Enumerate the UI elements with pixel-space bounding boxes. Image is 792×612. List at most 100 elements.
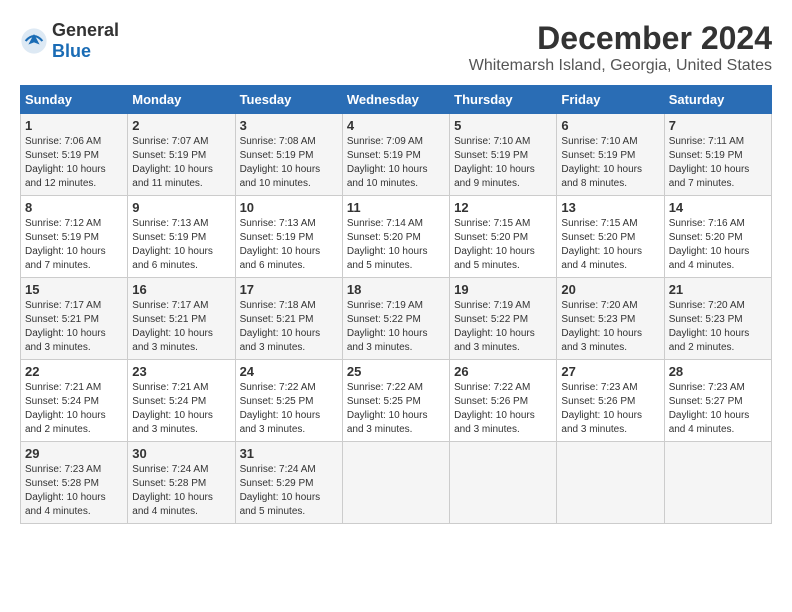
calendar-cell: 26 Sunrise: 7:22 AM Sunset: 5:26 PM Dayl… xyxy=(450,360,557,442)
calendar-cell: 27 Sunrise: 7:23 AM Sunset: 5:26 PM Dayl… xyxy=(557,360,664,442)
calendar-header-row: Sunday Monday Tuesday Wednesday Thursday… xyxy=(21,86,772,114)
day-number: 30 xyxy=(132,446,230,461)
day-info: Sunrise: 7:11 AM Sunset: 5:19 PM Dayligh… xyxy=(669,135,767,191)
day-info: Sunrise: 7:15 AM Sunset: 5:20 PM Dayligh… xyxy=(561,217,659,273)
calendar-week-3: 15 Sunrise: 7:17 AM Sunset: 5:21 PM Dayl… xyxy=(21,278,772,360)
day-info: Sunrise: 7:13 AM Sunset: 5:19 PM Dayligh… xyxy=(240,217,338,273)
day-number: 11 xyxy=(347,200,445,215)
day-info: Sunrise: 7:18 AM Sunset: 5:21 PM Dayligh… xyxy=(240,299,338,355)
calendar-cell: 17 Sunrise: 7:18 AM Sunset: 5:21 PM Dayl… xyxy=(235,278,342,360)
page-container: General Blue December 2024 Whitemarsh Is… xyxy=(20,20,772,524)
calendar-cell: 10 Sunrise: 7:13 AM Sunset: 5:19 PM Dayl… xyxy=(235,196,342,278)
calendar-cell: 4 Sunrise: 7:09 AM Sunset: 5:19 PM Dayli… xyxy=(342,114,449,196)
calendar-cell: 28 Sunrise: 7:23 AM Sunset: 5:27 PM Dayl… xyxy=(664,360,771,442)
day-info: Sunrise: 7:20 AM Sunset: 5:23 PM Dayligh… xyxy=(561,299,659,355)
day-info: Sunrise: 7:23 AM Sunset: 5:26 PM Dayligh… xyxy=(561,381,659,437)
calendar-cell: 23 Sunrise: 7:21 AM Sunset: 5:24 PM Dayl… xyxy=(128,360,235,442)
col-thursday: Thursday xyxy=(450,86,557,114)
day-number: 6 xyxy=(561,118,659,133)
col-saturday: Saturday xyxy=(664,86,771,114)
day-number: 3 xyxy=(240,118,338,133)
day-info: Sunrise: 7:13 AM Sunset: 5:19 PM Dayligh… xyxy=(132,217,230,273)
day-number: 14 xyxy=(669,200,767,215)
day-number: 16 xyxy=(132,282,230,297)
calendar-cell: 15 Sunrise: 7:17 AM Sunset: 5:21 PM Dayl… xyxy=(21,278,128,360)
day-number: 4 xyxy=(347,118,445,133)
calendar-cell: 31 Sunrise: 7:24 AM Sunset: 5:29 PM Dayl… xyxy=(235,442,342,524)
day-number: 29 xyxy=(25,446,123,461)
day-info: Sunrise: 7:19 AM Sunset: 5:22 PM Dayligh… xyxy=(347,299,445,355)
title-section: December 2024 Whitemarsh Island, Georgia… xyxy=(469,20,772,75)
day-number: 18 xyxy=(347,282,445,297)
calendar-cell: 16 Sunrise: 7:17 AM Sunset: 5:21 PM Dayl… xyxy=(128,278,235,360)
day-number: 27 xyxy=(561,364,659,379)
calendar-cell: 21 Sunrise: 7:20 AM Sunset: 5:23 PM Dayl… xyxy=(664,278,771,360)
day-number: 2 xyxy=(132,118,230,133)
day-info: Sunrise: 7:24 AM Sunset: 5:29 PM Dayligh… xyxy=(240,463,338,519)
calendar-cell: 13 Sunrise: 7:15 AM Sunset: 5:20 PM Dayl… xyxy=(557,196,664,278)
calendar-week-1: 1 Sunrise: 7:06 AM Sunset: 5:19 PM Dayli… xyxy=(21,114,772,196)
calendar-cell: 29 Sunrise: 7:23 AM Sunset: 5:28 PM Dayl… xyxy=(21,442,128,524)
calendar-cell: 1 Sunrise: 7:06 AM Sunset: 5:19 PM Dayli… xyxy=(21,114,128,196)
day-number: 28 xyxy=(669,364,767,379)
day-info: Sunrise: 7:08 AM Sunset: 5:19 PM Dayligh… xyxy=(240,135,338,191)
day-number: 17 xyxy=(240,282,338,297)
day-number: 25 xyxy=(347,364,445,379)
calendar-cell: 19 Sunrise: 7:19 AM Sunset: 5:22 PM Dayl… xyxy=(450,278,557,360)
calendar-cell: 18 Sunrise: 7:19 AM Sunset: 5:22 PM Dayl… xyxy=(342,278,449,360)
col-sunday: Sunday xyxy=(21,86,128,114)
day-info: Sunrise: 7:12 AM Sunset: 5:19 PM Dayligh… xyxy=(25,217,123,273)
logo-icon xyxy=(20,27,48,55)
logo: General Blue xyxy=(20,20,119,62)
calendar-cell: 6 Sunrise: 7:10 AM Sunset: 5:19 PM Dayli… xyxy=(557,114,664,196)
calendar-cell: 3 Sunrise: 7:08 AM Sunset: 5:19 PM Dayli… xyxy=(235,114,342,196)
calendar-cell: 20 Sunrise: 7:20 AM Sunset: 5:23 PM Dayl… xyxy=(557,278,664,360)
calendar-cell xyxy=(342,442,449,524)
logo-general: General xyxy=(52,20,119,40)
calendar-cell: 11 Sunrise: 7:14 AM Sunset: 5:20 PM Dayl… xyxy=(342,196,449,278)
calendar-cell: 9 Sunrise: 7:13 AM Sunset: 5:19 PM Dayli… xyxy=(128,196,235,278)
calendar-week-5: 29 Sunrise: 7:23 AM Sunset: 5:28 PM Dayl… xyxy=(21,442,772,524)
calendar-cell: 12 Sunrise: 7:15 AM Sunset: 5:20 PM Dayl… xyxy=(450,196,557,278)
calendar-cell: 8 Sunrise: 7:12 AM Sunset: 5:19 PM Dayli… xyxy=(21,196,128,278)
col-wednesday: Wednesday xyxy=(342,86,449,114)
day-number: 13 xyxy=(561,200,659,215)
day-info: Sunrise: 7:10 AM Sunset: 5:19 PM Dayligh… xyxy=(561,135,659,191)
day-number: 9 xyxy=(132,200,230,215)
calendar-cell: 14 Sunrise: 7:16 AM Sunset: 5:20 PM Dayl… xyxy=(664,196,771,278)
day-number: 19 xyxy=(454,282,552,297)
calendar-cell: 2 Sunrise: 7:07 AM Sunset: 5:19 PM Dayli… xyxy=(128,114,235,196)
day-number: 31 xyxy=(240,446,338,461)
main-title: December 2024 xyxy=(469,20,772,57)
day-number: 10 xyxy=(240,200,338,215)
logo-blue: Blue xyxy=(52,41,91,61)
day-info: Sunrise: 7:17 AM Sunset: 5:21 PM Dayligh… xyxy=(132,299,230,355)
day-info: Sunrise: 7:06 AM Sunset: 5:19 PM Dayligh… xyxy=(25,135,123,191)
day-info: Sunrise: 7:21 AM Sunset: 5:24 PM Dayligh… xyxy=(25,381,123,437)
day-number: 24 xyxy=(240,364,338,379)
day-info: Sunrise: 7:23 AM Sunset: 5:27 PM Dayligh… xyxy=(669,381,767,437)
header: General Blue December 2024 Whitemarsh Is… xyxy=(20,20,772,75)
calendar-cell: 7 Sunrise: 7:11 AM Sunset: 5:19 PM Dayli… xyxy=(664,114,771,196)
calendar-cell: 30 Sunrise: 7:24 AM Sunset: 5:28 PM Dayl… xyxy=(128,442,235,524)
calendar-week-4: 22 Sunrise: 7:21 AM Sunset: 5:24 PM Dayl… xyxy=(21,360,772,442)
calendar: Sunday Monday Tuesday Wednesday Thursday… xyxy=(20,85,772,524)
calendar-cell xyxy=(450,442,557,524)
day-info: Sunrise: 7:10 AM Sunset: 5:19 PM Dayligh… xyxy=(454,135,552,191)
day-info: Sunrise: 7:24 AM Sunset: 5:28 PM Dayligh… xyxy=(132,463,230,519)
day-number: 8 xyxy=(25,200,123,215)
day-info: Sunrise: 7:22 AM Sunset: 5:25 PM Dayligh… xyxy=(240,381,338,437)
calendar-cell: 5 Sunrise: 7:10 AM Sunset: 5:19 PM Dayli… xyxy=(450,114,557,196)
day-number: 26 xyxy=(454,364,552,379)
col-monday: Monday xyxy=(128,86,235,114)
calendar-cell: 24 Sunrise: 7:22 AM Sunset: 5:25 PM Dayl… xyxy=(235,360,342,442)
day-number: 23 xyxy=(132,364,230,379)
day-number: 12 xyxy=(454,200,552,215)
day-info: Sunrise: 7:22 AM Sunset: 5:26 PM Dayligh… xyxy=(454,381,552,437)
day-number: 1 xyxy=(25,118,123,133)
calendar-cell xyxy=(557,442,664,524)
day-number: 20 xyxy=(561,282,659,297)
calendar-week-2: 8 Sunrise: 7:12 AM Sunset: 5:19 PM Dayli… xyxy=(21,196,772,278)
day-number: 21 xyxy=(669,282,767,297)
logo-text: General Blue xyxy=(52,20,119,62)
